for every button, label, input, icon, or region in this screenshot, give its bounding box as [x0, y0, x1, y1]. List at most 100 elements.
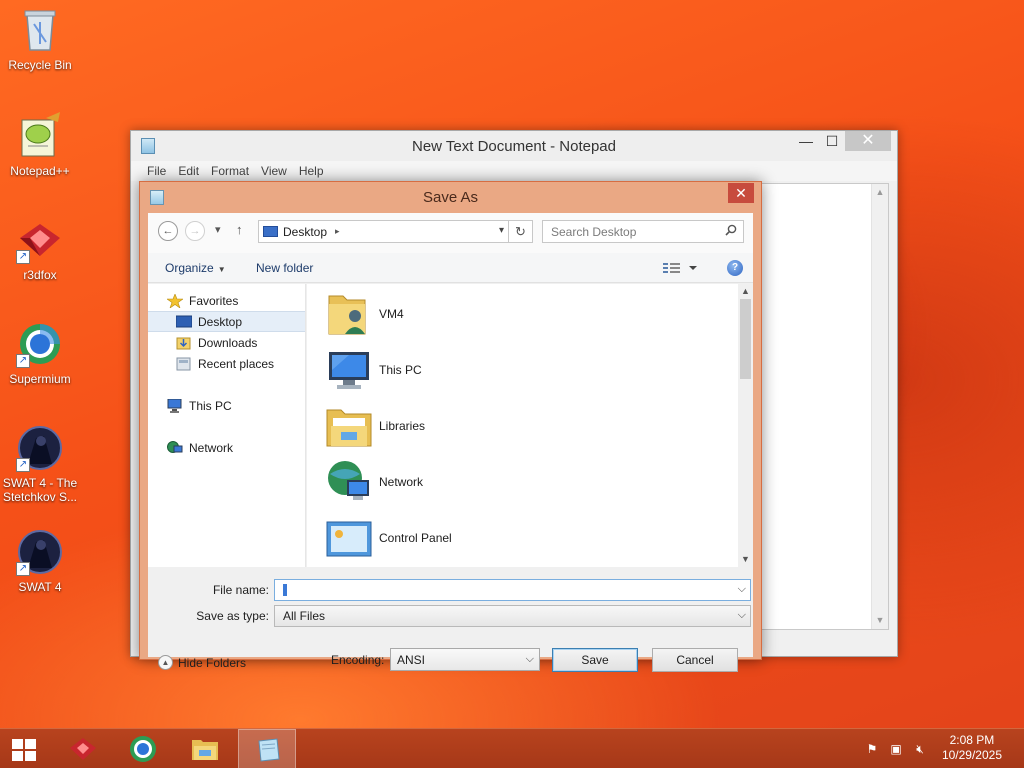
menu-edit[interactable]: Edit: [172, 161, 205, 181]
desktop-icon-swat4-stetchkov[interactable]: ↗ SWAT 4 - The Stetchkov S...: [2, 424, 78, 504]
maximize-button[interactable]: ☐: [819, 131, 845, 151]
chevron-down-icon[interactable]: ⌵: [738, 609, 746, 622]
help-button[interactable]: ?: [727, 260, 743, 276]
notepad-title: New Text Document - Notepad: [412, 137, 616, 155]
notepad-app-icon: [141, 138, 155, 154]
view-options-icon[interactable]: [662, 260, 702, 276]
nav-item-recent-places[interactable]: Recent places: [148, 353, 305, 374]
taskbar-notepad[interactable]: [238, 729, 296, 768]
save-button[interactable]: Save: [552, 648, 638, 672]
desktop-icon-r3dfox[interactable]: ↗ r3dfox: [2, 216, 78, 282]
scroll-thumb[interactable]: [740, 299, 751, 379]
menu-file[interactable]: File: [141, 161, 172, 181]
close-button[interactable]: ✕: [845, 131, 891, 151]
file-item-libraries[interactable]: Libraries: [325, 399, 425, 453]
clock[interactable]: 2:08 PM 10/29/2025: [942, 733, 1002, 763]
taskbar-r3dfox[interactable]: [54, 729, 112, 768]
menu-format[interactable]: Format: [205, 161, 255, 181]
chevron-down-icon[interactable]: ⌵: [738, 583, 746, 596]
start-button[interactable]: [12, 739, 36, 761]
notepad-scrollbar[interactable]: ▲ ▼: [871, 184, 888, 629]
new-folder-button[interactable]: New folder: [256, 261, 313, 275]
dialog-titlebar[interactable]: Save As ✕: [140, 182, 761, 212]
text-cursor: [283, 584, 287, 596]
dialog-close-button[interactable]: ✕: [728, 183, 754, 203]
shortcut-arrow-icon: ↗: [16, 458, 30, 472]
desktop-icon-swat4[interactable]: ↗ SWAT 4: [2, 528, 78, 594]
system-tray: ⚑ ▣ 🔇︎: [864, 741, 928, 757]
navigation-bar: ← → ▾ ↑ Desktop ▸ ▾ ↻: [148, 213, 753, 253]
clock-date: 10/29/2025: [941, 748, 1002, 762]
file-item-network[interactable]: Network: [325, 455, 423, 509]
volume-muted-icon[interactable]: 🔇︎: [912, 741, 928, 757]
save-as-type-value: All Files: [283, 609, 326, 623]
shortcut-arrow-icon: ↗: [16, 250, 30, 264]
address-dropdown-icon[interactable]: ▾: [499, 225, 504, 236]
refresh-button[interactable]: ↻: [508, 221, 532, 242]
desktop-icon-label: SWAT 4 - The Stetchkov S...: [2, 476, 78, 504]
save-as-type-select[interactable]: All Files ⌵: [274, 605, 751, 627]
search-input[interactable]: [551, 221, 721, 242]
file-name-label: File name:: [212, 583, 269, 597]
search-icon[interactable]: [725, 224, 737, 236]
action-center-flag-icon[interactable]: ⚑: [864, 741, 880, 757]
command-bar: Organize ▼ New folder ?: [148, 253, 753, 283]
nav-item-downloads[interactable]: Downloads: [148, 332, 305, 353]
nav-item-label: This PC: [189, 398, 232, 413]
control-panel-icon: [326, 521, 372, 557]
desktop-icon-label: Supermium: [9, 372, 71, 386]
minimize-button[interactable]: —: [793, 131, 819, 151]
back-button[interactable]: ←: [158, 221, 178, 241]
cancel-button[interactable]: Cancel: [652, 648, 738, 672]
libraries-icon: [326, 409, 372, 447]
breadcrumb-chevron-icon[interactable]: ▸: [335, 226, 340, 237]
hide-folders-label: Hide Folders: [178, 655, 247, 670]
taskbar-supermium[interactable]: [114, 729, 172, 768]
nav-item-desktop[interactable]: Desktop: [148, 311, 305, 332]
nav-item-network[interactable]: Network: [148, 437, 305, 458]
scroll-up-icon[interactable]: ▲: [872, 184, 888, 201]
file-name-input[interactable]: [275, 580, 715, 600]
hide-folders-button[interactable]: ▲ Hide Folders: [158, 655, 246, 670]
scroll-down-icon[interactable]: ▼: [872, 612, 888, 629]
desktop-icon-notepad-plus-plus[interactable]: Notepad++: [2, 112, 78, 178]
up-button[interactable]: ↑: [236, 222, 243, 237]
nav-item-label: Recent places: [198, 356, 275, 371]
shortcut-arrow-icon: ↗: [16, 562, 30, 576]
notepad-titlebar[interactable]: New Text Document - Notepad — ☐ ✕: [131, 131, 897, 161]
encoding-select[interactable]: ANSI ⌵: [390, 648, 540, 671]
file-item-label: Control Panel: [379, 531, 452, 545]
encoding-label: Encoding:: [331, 653, 385, 667]
forward-button[interactable]: →: [185, 221, 205, 241]
desktop-icon-recycle-bin[interactable]: Recycle Bin: [2, 6, 78, 72]
nav-item-this-pc[interactable]: This PC: [148, 395, 305, 416]
organize-label: Organize: [165, 261, 214, 275]
network-status-icon[interactable]: ▣: [888, 741, 904, 757]
file-item-control-panel[interactable]: Control Panel: [325, 511, 452, 565]
file-name-combobox[interactable]: ⌵: [274, 579, 751, 601]
file-item-vm4[interactable]: VM4: [325, 287, 404, 341]
scroll-up-icon[interactable]: ▲: [738, 284, 753, 299]
recent-locations-button[interactable]: ▾: [215, 223, 221, 236]
file-item-label: This PC: [379, 363, 422, 377]
notepad-icon: [258, 738, 280, 762]
taskbar-file-explorer[interactable]: [176, 729, 234, 768]
shortcut-arrow-icon: ↗: [16, 354, 30, 368]
address-bar[interactable]: Desktop ▸ ▾ ↻: [258, 220, 533, 243]
nav-item-label: Network: [189, 440, 234, 455]
network-icon: [328, 461, 369, 500]
menu-view[interactable]: View: [255, 161, 293, 181]
menu-help[interactable]: Help: [293, 161, 330, 181]
swat4-stetchkov-icon: ↗: [16, 424, 64, 472]
nav-item-favorites[interactable]: Favorites: [148, 290, 305, 311]
organize-button[interactable]: Organize ▼: [165, 261, 226, 275]
desktop-icon-supermium[interactable]: ↗ Supermium: [2, 320, 78, 386]
dialog-app-icon: [150, 190, 164, 205]
file-pane-scrollbar[interactable]: ▲ ▼: [738, 284, 753, 567]
file-item-this-pc[interactable]: This PC: [325, 343, 422, 397]
scroll-down-icon[interactable]: ▼: [738, 552, 753, 567]
desktop-icon-label: Recycle Bin: [8, 58, 72, 72]
breadcrumb-desktop[interactable]: Desktop: [283, 225, 327, 239]
computer-icon: [167, 398, 182, 413]
notepad-plus-plus-icon: [16, 112, 64, 160]
